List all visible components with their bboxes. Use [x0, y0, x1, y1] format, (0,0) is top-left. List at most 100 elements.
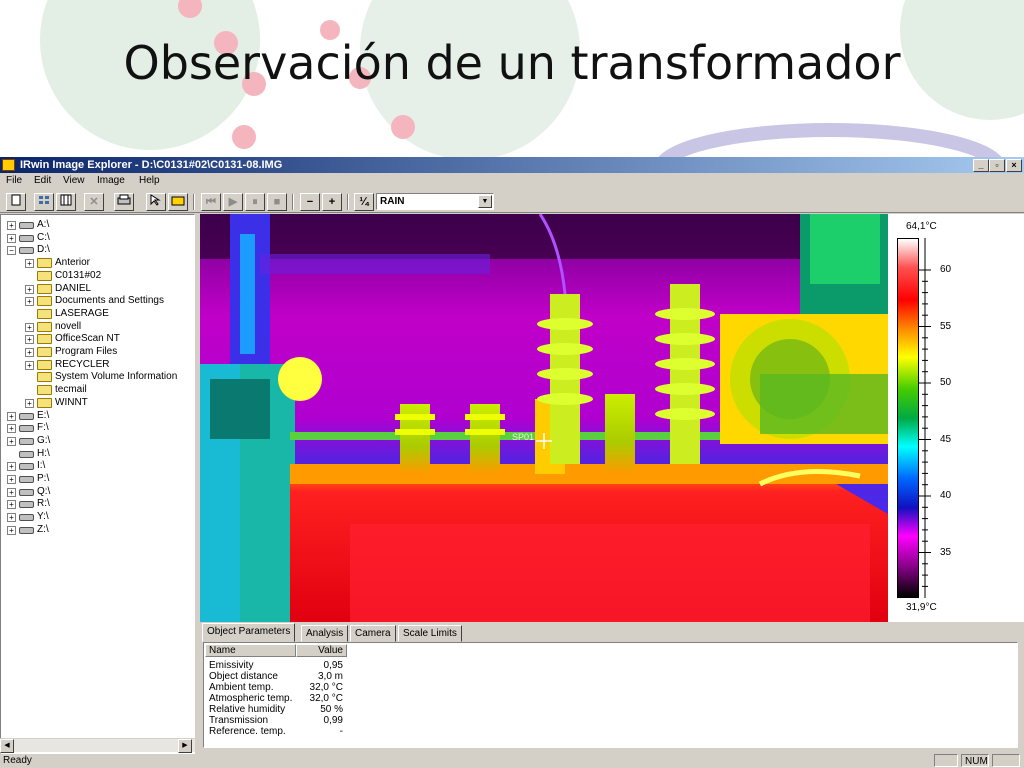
tab-analysis[interactable]: Analysis [301, 625, 349, 642]
menu-help[interactable]: Help [139, 175, 160, 186]
folder-tree[interactable]: + A:\ + C:\ − D:\ + Anterior C0131#02 + DANIEL + Doc… [0, 214, 195, 754]
tree-item[interactable]: LASERAGE [25, 308, 194, 320]
tree-item[interactable]: + Documents and Settings [25, 295, 194, 307]
tree-item[interactable]: + OfficeScan NT [25, 333, 194, 345]
expand-icon[interactable]: + [25, 348, 34, 357]
expand-icon[interactable]: + [25, 360, 34, 370]
tree-item[interactable]: + WINNT [25, 397, 194, 409]
tree-item[interactable]: + Z:\ [7, 524, 194, 536]
tree-item[interactable]: + I:\ [7, 460, 194, 472]
report-icon[interactable] [168, 193, 188, 211]
tree-item[interactable]: + Program Files [25, 346, 194, 358]
palette-select-value: RAIN [380, 196, 405, 207]
print-icon[interactable] [114, 193, 134, 211]
tree-item[interactable]: + novell [25, 321, 194, 333]
restore-button[interactable]: ▫ [989, 159, 1005, 172]
collapse-icon[interactable]: − [7, 246, 16, 256]
tree-item[interactable]: + Anterior [25, 257, 194, 269]
tab-object-parameters[interactable]: Object Parameters [202, 623, 296, 642]
tree-item[interactable]: + RECYCLER [25, 359, 194, 371]
expand-icon[interactable]: + [25, 284, 34, 294]
tree-item[interactable]: + F:\ [7, 422, 194, 434]
zoom-in-button[interactable]: + [322, 193, 342, 211]
scroll-right-icon[interactable]: ▶ [178, 739, 192, 753]
tree-item-label: OfficeScan NT [55, 333, 120, 345]
close-button[interactable]: × [1006, 159, 1022, 172]
chevron-down-icon[interactable]: ▼ [478, 195, 492, 208]
tab-scale-limits[interactable]: Scale Limits [398, 625, 462, 642]
menu-image[interactable]: Image [97, 175, 125, 186]
play-icon[interactable]: ▶ [223, 193, 243, 211]
scale-ticks [919, 238, 931, 598]
first-frame-icon[interactable]: ⏮ [201, 193, 221, 211]
folder-icon [37, 283, 52, 294]
parameters-table[interactable]: Name Value Emissivity 0,95 Object distance… [203, 642, 1018, 748]
expand-icon[interactable]: + [7, 221, 16, 230]
expand-icon[interactable]: + [7, 436, 16, 446]
delete-icon[interactable]: ✕ [84, 193, 104, 211]
spot-crosshair-icon[interactable] [536, 433, 552, 449]
expand-icon[interactable]: + [25, 322, 34, 332]
color-gradient-bar [897, 238, 919, 598]
tree-item[interactable]: H:\ [7, 448, 194, 460]
scale-tick-label: 55 [940, 320, 952, 332]
expand-icon[interactable]: + [25, 335, 34, 345]
tree-item[interactable]: + Y:\ [7, 511, 194, 523]
tree-horizontal-scrollbar[interactable]: ◀ ▶ [0, 738, 195, 753]
menu-edit[interactable]: Edit [34, 175, 51, 186]
toolbar-separator [292, 194, 294, 210]
expand-icon[interactable]: + [25, 398, 34, 408]
expand-icon[interactable]: + [7, 487, 16, 497]
scroll-left-icon[interactable]: ◀ [0, 739, 14, 753]
tree-item[interactable]: + Q:\ [7, 486, 194, 498]
pause-icon[interactable]: ⏸ [245, 193, 265, 211]
expand-icon[interactable]: + [7, 500, 16, 510]
tree-item[interactable]: + DANIEL [25, 283, 194, 295]
stop-icon[interactable]: ■ [267, 193, 287, 211]
tree-item[interactable]: + A:\ [7, 219, 194, 231]
thumbnails-view-icon[interactable] [56, 193, 76, 211]
expand-icon[interactable]: + [7, 411, 16, 421]
menu-file[interactable]: File [6, 175, 22, 186]
folder-icon [37, 258, 52, 269]
parameter-value: 3,0 m [317, 671, 343, 682]
palette-select[interactable]: RAIN ▼ [376, 193, 494, 210]
expand-icon[interactable]: + [7, 233, 16, 243]
fraction-button[interactable]: ¼ [354, 193, 374, 211]
tree-item[interactable]: tecmail [25, 384, 194, 396]
parameter-name: Ambient temp. [209, 682, 274, 693]
expand-icon[interactable]: + [7, 513, 16, 523]
new-icon[interactable] [6, 193, 26, 211]
expand-icon[interactable]: + [7, 424, 16, 434]
tree-item[interactable]: + P:\ [7, 473, 194, 485]
zoom-out-button[interactable]: − [300, 193, 320, 211]
parameter-value: 32,0 °C [309, 693, 343, 704]
expand-icon[interactable]: + [25, 259, 34, 269]
folder-icon [37, 296, 52, 307]
expand-icon[interactable]: + [7, 525, 16, 535]
tree-item[interactable]: + C:\ [7, 232, 194, 244]
tree-item-label: F:\ [37, 422, 49, 434]
column-header-name[interactable]: Name [205, 644, 296, 657]
tree-item[interactable]: C0131#02 [25, 270, 194, 282]
thermal-image[interactable]: SP01 [200, 214, 888, 622]
tree-item[interactable]: + R:\ [7, 498, 194, 510]
tree-item[interactable]: + E:\ [7, 410, 194, 422]
title-bar[interactable]: IRwin Image Explorer - D:\C0131#02\C0131… [0, 157, 1024, 173]
parameter-name: Atmospheric temp. [209, 693, 293, 704]
column-header-value[interactable]: Value [296, 644, 347, 657]
tree-item-label: System Volume Information [55, 371, 178, 383]
menu-view[interactable]: View [63, 175, 85, 186]
tree-item[interactable]: − D:\ [7, 244, 194, 256]
tree-item[interactable]: + G:\ [7, 435, 194, 447]
expand-icon[interactable]: + [7, 475, 16, 484]
drive-icon [19, 425, 34, 433]
expand-icon[interactable]: + [25, 297, 34, 307]
details-view-icon[interactable] [34, 193, 54, 211]
minimize-button[interactable]: _ [973, 159, 989, 172]
drive-icon [19, 234, 34, 242]
tree-item[interactable]: System Volume Information [25, 371, 194, 383]
select-tool-icon[interactable] [146, 193, 166, 211]
expand-icon[interactable]: + [7, 462, 16, 472]
tab-camera[interactable]: Camera [350, 625, 396, 642]
